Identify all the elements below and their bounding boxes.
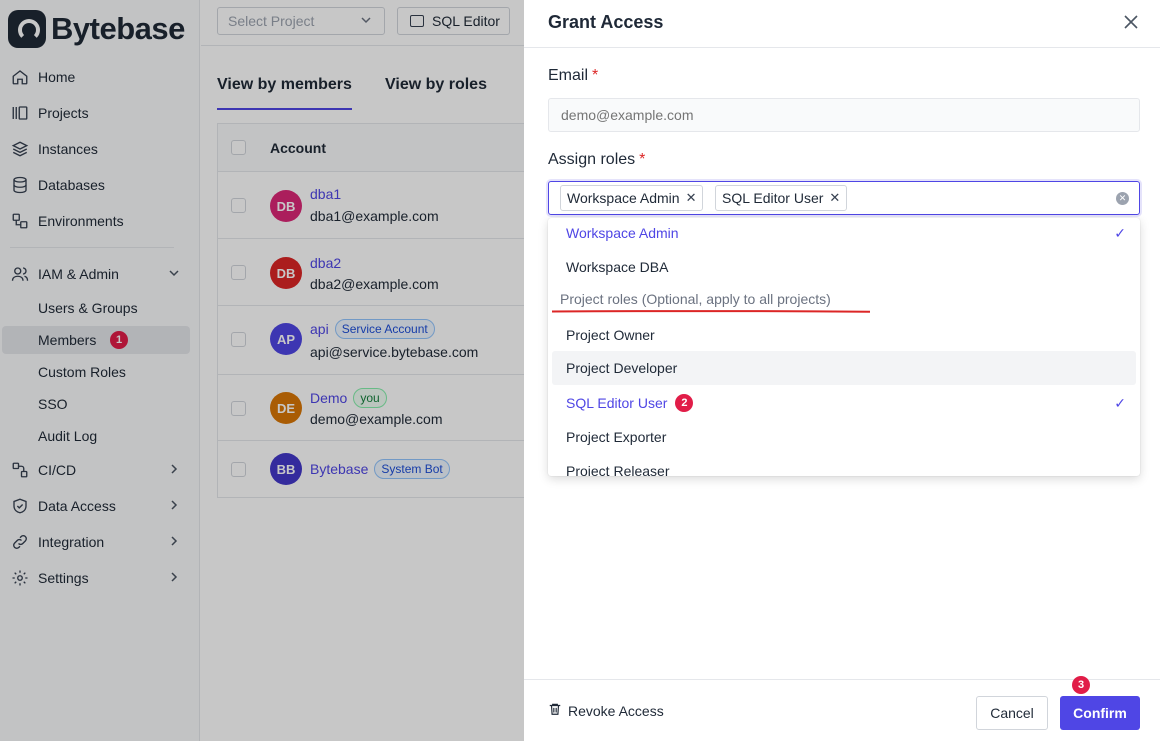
assign-roles-label-text: Assign roles (548, 151, 636, 168)
clear-icon[interactable]: ✕ (1116, 192, 1129, 205)
option-label: Project Releaser (566, 463, 670, 476)
email-label: Email * (548, 67, 598, 85)
option-sql-editor-user[interactable]: SQL Editor User 2 ✓ (552, 386, 1136, 420)
drawer-header-divider (524, 47, 1160, 48)
option-workspace-dba[interactable]: Workspace DBA (552, 250, 1136, 284)
check-icon: ✓ (1114, 224, 1126, 241)
role-chip-sql-editor-user: SQL Editor User ✕ (715, 185, 848, 211)
confirm-label: Confirm (1073, 705, 1127, 721)
option-project-releaser[interactable]: Project Releaser (552, 454, 1136, 476)
modal-overlay[interactable] (0, 0, 524, 741)
roles-multiselect[interactable]: Workspace Admin ✕ SQL Editor User ✕ ✕ (548, 181, 1140, 215)
role-chip-workspace-admin: Workspace Admin ✕ (560, 185, 704, 211)
option-project-owner[interactable]: Project Owner (552, 318, 1136, 352)
roles-dropdown: Workspace Admin ✓ Workspace DBA Project … (548, 218, 1140, 476)
revoke-access-label: Revoke Access (568, 702, 664, 719)
option-label: SQL Editor User (566, 395, 668, 411)
check-icon: ✓ (1114, 394, 1126, 411)
option-workspace-admin[interactable]: Workspace Admin ✓ (552, 218, 1136, 250)
cancel-label: Cancel (990, 705, 1034, 721)
email-field[interactable] (548, 98, 1140, 132)
required-mark: * (639, 151, 646, 168)
step-badge-2: 2 (675, 394, 694, 412)
cancel-button[interactable]: Cancel (976, 696, 1048, 730)
option-label: Project Owner (566, 327, 655, 343)
chip-label: SQL Editor User (722, 190, 824, 206)
confirm-button[interactable]: Confirm (1060, 696, 1140, 730)
chip-label: Workspace Admin (567, 190, 680, 206)
grant-access-drawer: Grant Access Email* Assign roles* Worksp… (524, 0, 1160, 741)
red-underline-annotation (552, 310, 870, 313)
option-project-developer[interactable]: Project Developer (552, 351, 1136, 385)
required-mark: * (592, 67, 599, 84)
drawer-footer-divider (524, 679, 1160, 680)
remove-chip-icon[interactable]: ✕ (829, 190, 840, 206)
close-icon[interactable] (1122, 11, 1140, 33)
email-label-text: Email (548, 67, 589, 84)
project-roles-group-label: Project roles (Optional, apply to all pr… (560, 291, 831, 307)
remove-chip-icon[interactable]: ✕ (686, 190, 697, 206)
assign-roles-label: Assign roles * (548, 151, 645, 169)
option-label: Workspace DBA (566, 259, 669, 275)
option-label: Project Exporter (566, 429, 667, 445)
trash-icon (548, 702, 562, 719)
option-label: Project Developer (566, 360, 678, 376)
drawer-title: Grant Access (548, 12, 664, 32)
step-badge-3: 3 (1072, 676, 1090, 694)
revoke-access-button[interactable]: Revoke Access (548, 702, 664, 719)
option-project-exporter[interactable]: Project Exporter (552, 420, 1136, 454)
option-label: Workspace Admin (566, 225, 679, 241)
